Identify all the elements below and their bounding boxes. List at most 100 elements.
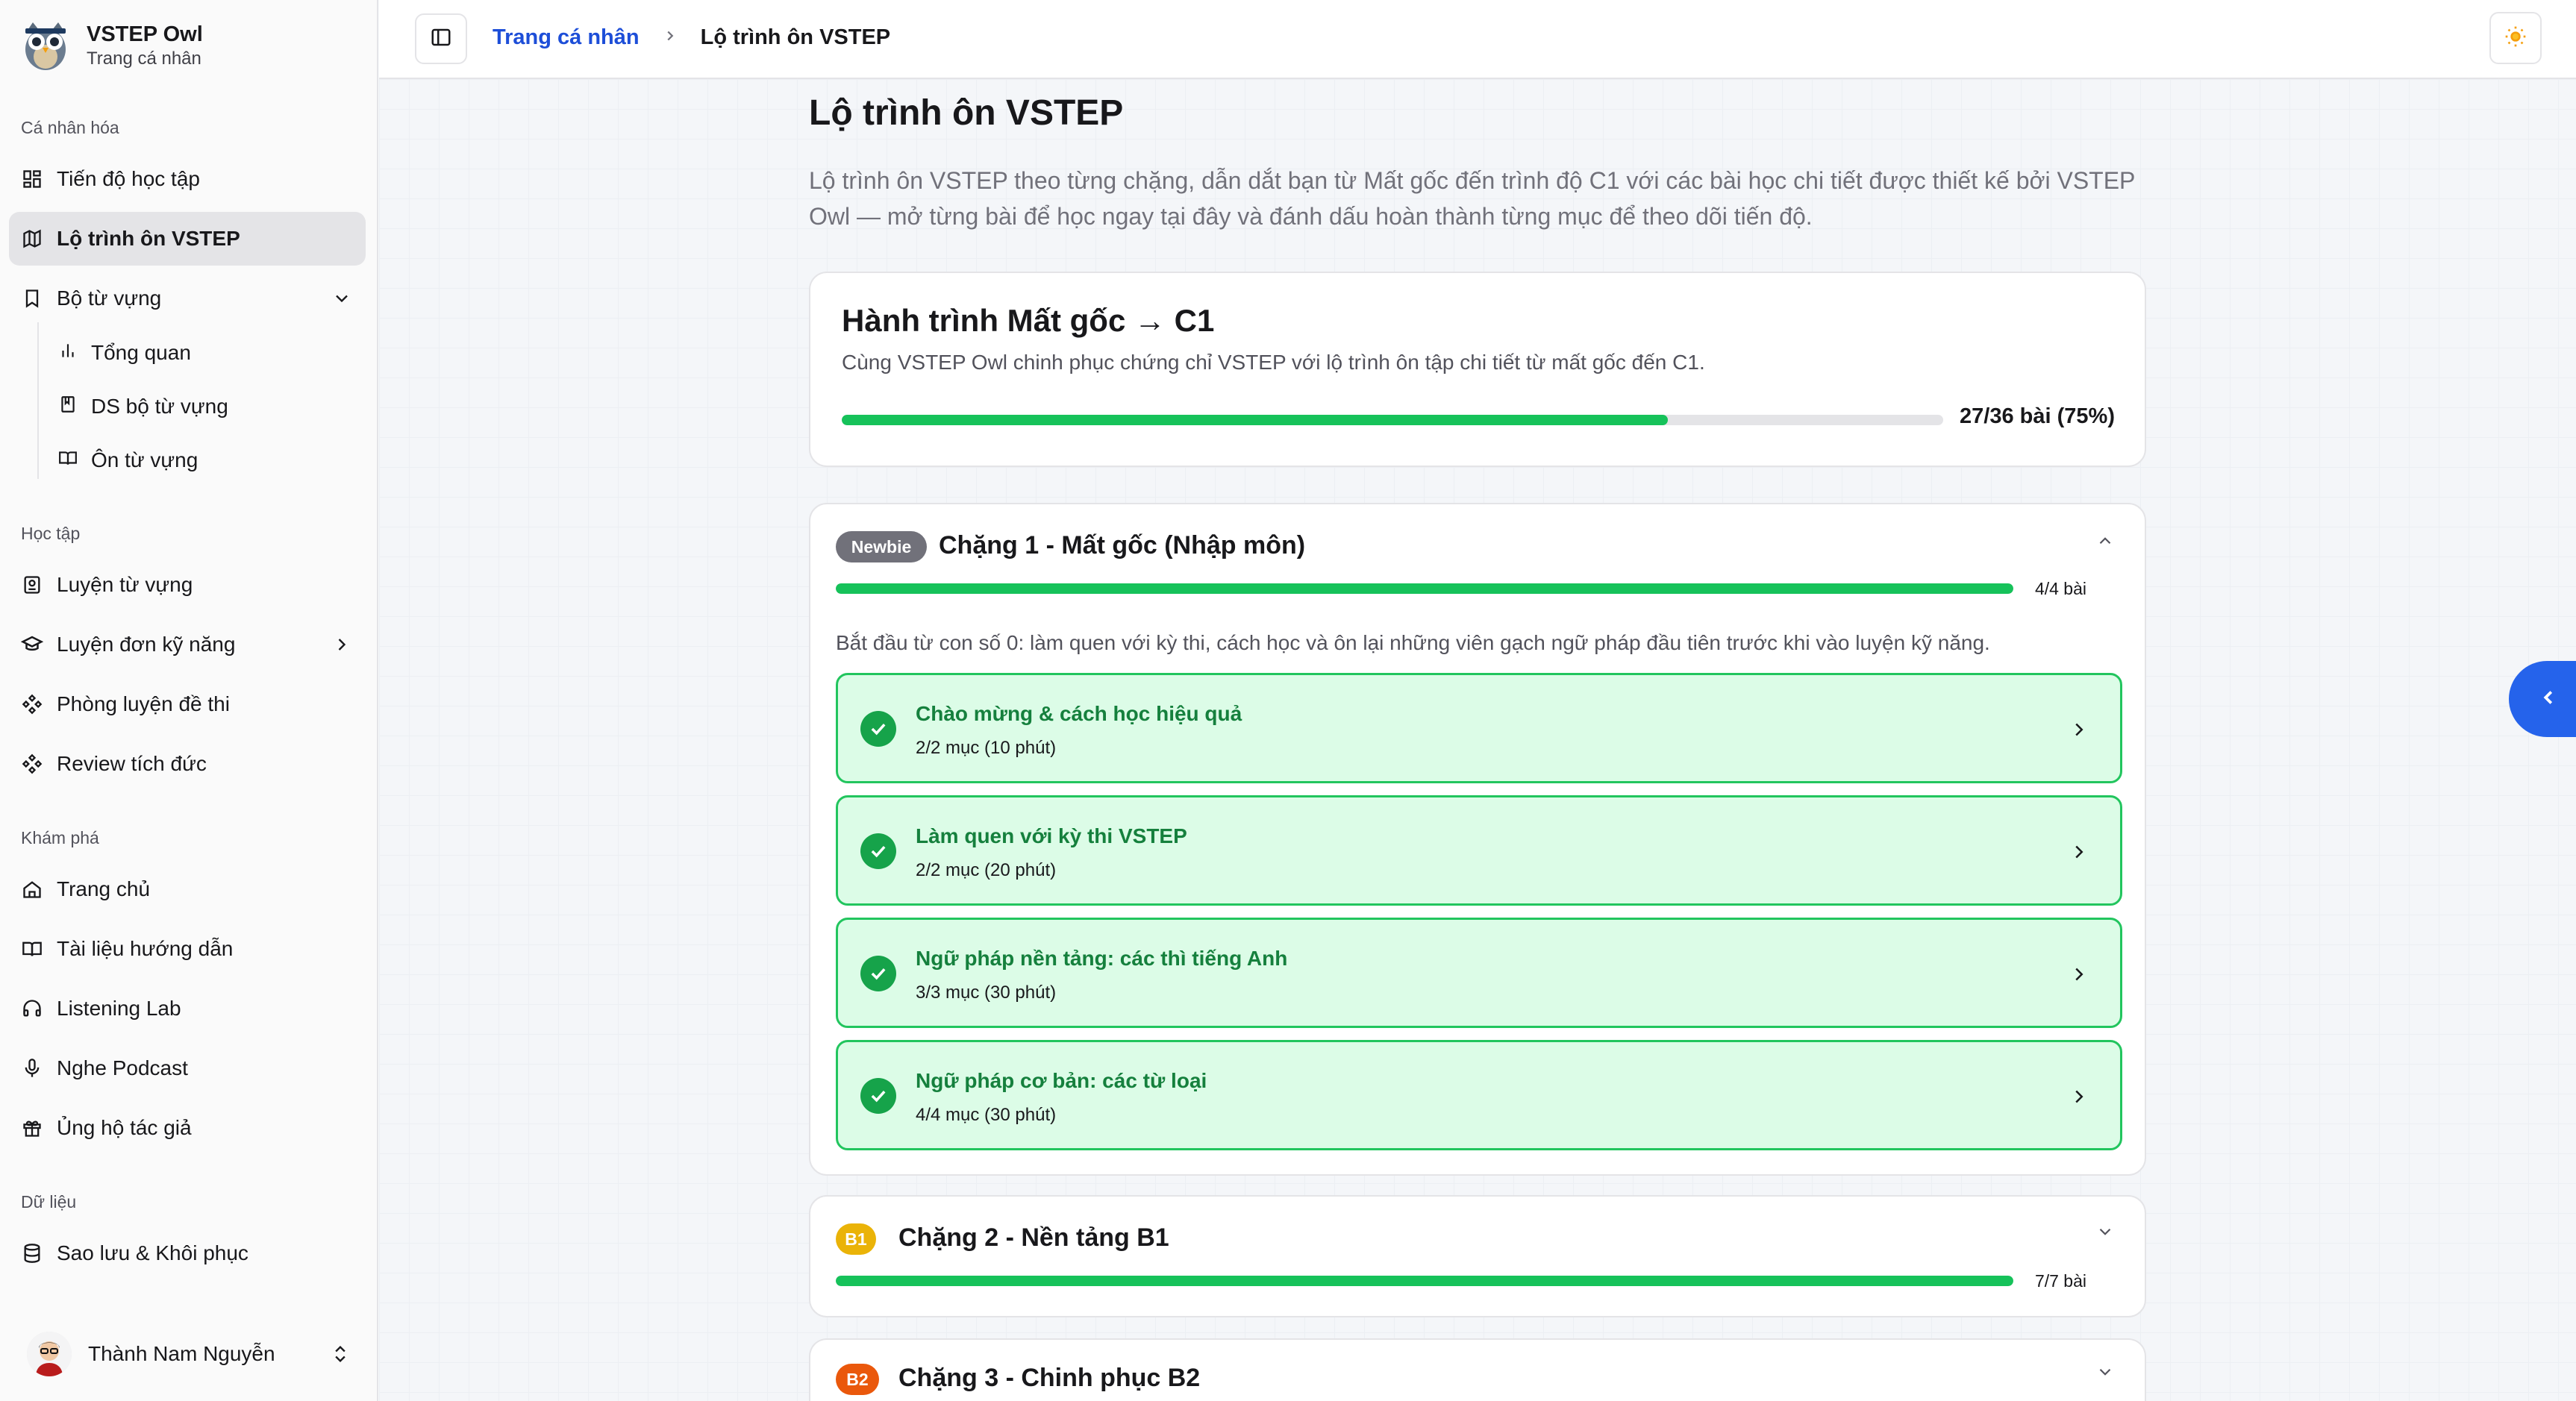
diamond-grid-icon — [21, 753, 43, 775]
journey-subtitle: Cùng VSTEP Owl chinh phục chứng chỉ VSTE… — [842, 351, 1705, 374]
sidebar-item-listening-lab[interactable]: Listening Lab — [9, 982, 366, 1035]
panel-left-icon — [430, 26, 452, 52]
breadcrumb-parent-link[interactable]: Trang cá nhân — [493, 25, 640, 50]
sidebar-item-review-acc[interactable]: Review tích đức — [9, 737, 366, 791]
lesson-title: Chào mừng & cách học hiệu quả — [916, 702, 1242, 725]
lesson-title: Ngữ pháp cơ bản: các từ loại — [916, 1069, 1207, 1092]
sidebar-item-label: Review tích đức — [57, 752, 207, 775]
sidebar-item-practice-vocab[interactable]: Luyện từ vựng — [9, 558, 366, 612]
check-circle-icon — [860, 956, 896, 991]
journey-card: Hành trình Mất gốc → C1 Cùng VSTEP Owl c… — [809, 272, 2146, 467]
microphone-icon — [21, 1057, 43, 1079]
stage-badge: B1 — [836, 1223, 876, 1255]
chevron-left-icon — [2537, 686, 2560, 712]
sidebar-item-label: Tổng quan — [91, 341, 191, 364]
journey-progress-bar — [842, 415, 1943, 425]
sidebar-toggle-button[interactable] — [415, 13, 467, 64]
user-menu[interactable]: Thành Nam Nguyễn — [9, 1320, 366, 1388]
chevron-right-icon — [2068, 718, 2090, 745]
stage-badge: B2 — [836, 1364, 879, 1395]
chevron-down-icon[interactable] — [2095, 1362, 2115, 1385]
sidebar-item-label: Phòng luyện đề thi — [57, 692, 230, 715]
chevron-right-icon — [2068, 963, 2090, 989]
chevron-up-icon[interactable] — [2095, 531, 2115, 554]
lesson-card[interactable]: Chào mừng & cách học hiệu quả 2/2 mục (1… — [836, 673, 2122, 783]
sidebar-item-backup[interactable]: Sao lưu & Khôi phục — [9, 1226, 366, 1280]
stage-card: B2 Chặng 3 - Chinh phục B2 — [809, 1338, 2146, 1401]
sidebar-item-label: Luyện đơn kỹ năng — [57, 633, 236, 656]
sidebar-item-label: Luyện từ vựng — [57, 573, 193, 596]
book-icon — [58, 395, 78, 419]
sidebar-item-set-list[interactable]: DS bộ từ vựng — [46, 382, 228, 431]
submenu-divider — [37, 322, 39, 479]
check-circle-icon — [860, 833, 896, 869]
chevron-right-icon — [2068, 841, 2090, 867]
stage-card: Newbie Chặng 1 - Mất gốc (Nhập môn) 4/4 … — [809, 503, 2146, 1176]
sidebar-item-label: Tiến độ học tập — [57, 167, 200, 190]
sidebar-item-home[interactable]: Trang chủ — [9, 862, 366, 916]
lesson-card[interactable]: Ngữ pháp nền tảng: các thì tiếng Anh 3/3… — [836, 918, 2122, 1028]
sidebar-item-roadmap[interactable]: Lộ trình ôn VSTEP — [9, 212, 366, 266]
sidebar-item-progress[interactable]: Tiến độ học tập — [9, 152, 366, 206]
sidebar-item-support[interactable]: Ủng hộ tác giả — [9, 1101, 366, 1155]
sidebar-item-overview[interactable]: Tổng quan — [46, 328, 191, 377]
diamond-grid-icon — [21, 693, 43, 715]
bar-chart-icon — [58, 341, 78, 366]
lesson-meta: 2/2 mục (10 phút) — [916, 738, 1057, 758]
sidebar-item-label: DS bộ từ vựng — [91, 395, 228, 418]
sidebar-item-label: Trang chủ — [57, 877, 151, 900]
stage-title[interactable]: Chặng 2 - Nền tảng B1 — [898, 1223, 1169, 1253]
stage-progress-bar — [836, 583, 2013, 594]
gift-icon — [21, 1117, 43, 1139]
sidebar-item-review-vocab[interactable]: Ôn từ vựng — [46, 436, 198, 485]
chevron-down-icon — [331, 288, 352, 314]
contact-card-icon — [21, 574, 43, 596]
lesson-meta: 2/2 mục (20 phút) — [916, 860, 1057, 880]
stage-badge: Newbie — [836, 531, 927, 562]
sidebar-item-label: Bộ từ vựng — [57, 286, 162, 310]
headphones-icon — [21, 997, 43, 1020]
avatar — [27, 1332, 72, 1376]
lesson-meta: 3/3 mục (30 phút) — [916, 982, 1057, 1003]
stage-progress-bar — [836, 1276, 2013, 1286]
lesson-meta: 4/4 mục (30 phút) — [916, 1105, 1057, 1125]
sidebar: VSTEP Owl Trang cá nhân Cá nhân hóa Tiến… — [0, 0, 378, 1401]
stage-description: Bắt đầu từ con số 0: làm quen với kỳ thi… — [836, 631, 1990, 654]
sun-icon — [2504, 25, 2527, 52]
brand[interactable]: VSTEP Owl Trang cá nhân — [18, 18, 203, 73]
lesson-title: Ngữ pháp nền tảng: các thì tiếng Anh — [916, 947, 1288, 970]
book-open-icon — [21, 938, 43, 960]
chevron-right-icon — [2068, 1085, 2090, 1112]
sidebar-item-exam-room[interactable]: Phòng luyện đề thi — [9, 677, 366, 731]
database-icon — [21, 1242, 43, 1264]
chevron-down-icon[interactable] — [2095, 1222, 2115, 1245]
user-name: Thành Nam Nguyễn — [88, 1342, 275, 1365]
stage-count: 4/4 bài — [2034, 579, 2086, 598]
owl-logo-icon — [18, 18, 73, 73]
lesson-card[interactable]: Ngữ pháp cơ bản: các từ loại 4/4 mục (30… — [836, 1040, 2122, 1150]
journey-progress-fill — [842, 415, 1668, 425]
map-icon — [21, 228, 43, 250]
topbar: Trang cá nhân Lộ trình ôn VSTEP — [379, 0, 2576, 79]
sidebar-item-label: Ôn từ vựng — [91, 448, 198, 471]
sidebar-item-single-skill[interactable]: Luyện đơn kỹ năng — [9, 618, 366, 671]
stage-title[interactable]: Chặng 1 - Mất gốc (Nhập môn) — [939, 531, 1305, 560]
sidebar-item-vocab-sets[interactable]: Bộ từ vựng — [9, 272, 366, 325]
stage-progress-fill — [836, 583, 2013, 594]
bookmark-icon — [21, 287, 43, 310]
book-open-icon — [58, 448, 78, 473]
sidebar-item-docs[interactable]: Tài liệu hướng dẫn — [9, 922, 366, 976]
stage-title[interactable]: Chặng 3 - Chinh phục B2 — [898, 1364, 1200, 1393]
lesson-title: Làm quen với kỳ thi VSTEP — [916, 824, 1187, 847]
dashboard-icon — [21, 168, 43, 190]
app-subtitle: Trang cá nhân — [87, 48, 201, 69]
theme-toggle-button[interactable] — [2489, 12, 2542, 64]
sidebar-item-label: Ủng hộ tác giả — [57, 1116, 192, 1139]
chevrons-up-down-icon — [330, 1343, 351, 1370]
sidebar-item-podcast[interactable]: Nghe Podcast — [9, 1041, 366, 1095]
graduation-cap-icon — [21, 633, 43, 656]
lesson-card[interactable]: Làm quen với kỳ thi VSTEP 2/2 mục (20 ph… — [836, 795, 2122, 906]
chevron-right-icon — [662, 25, 678, 50]
sidebar-item-label: Listening Lab — [57, 997, 181, 1020]
stage-progress-fill — [836, 1276, 2013, 1286]
